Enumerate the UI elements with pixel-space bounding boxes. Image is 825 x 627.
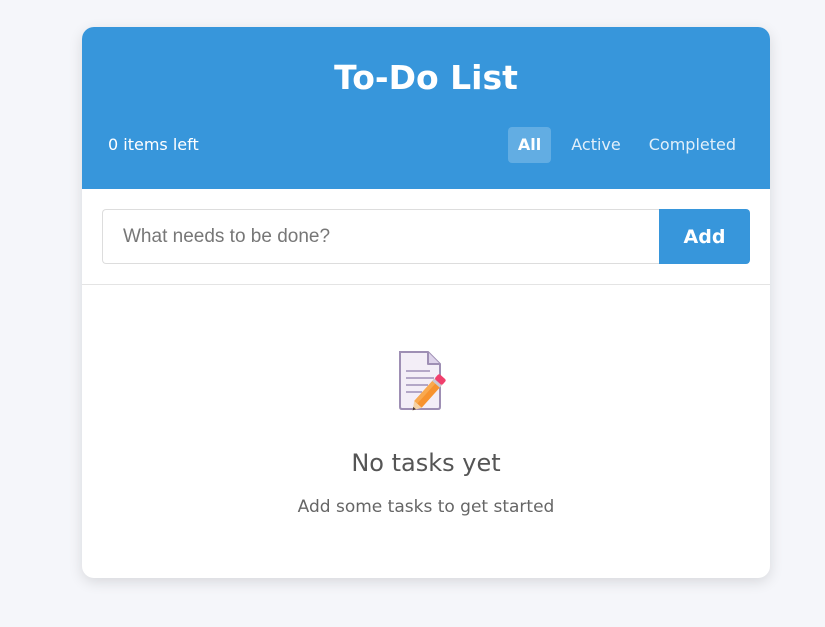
todo-header: To-Do List 0 items left All Active Compl… <box>82 27 770 189</box>
add-task-button[interactable]: Add <box>659 209 750 264</box>
empty-state-title: No tasks yet <box>351 449 501 477</box>
new-task-row: Add <box>102 209 750 264</box>
todo-card: To-Do List 0 items left All Active Compl… <box>82 27 770 578</box>
filter-completed[interactable]: Completed <box>641 127 744 163</box>
filter-all[interactable]: All <box>507 127 552 163</box>
items-left-count: 0 items left <box>108 135 199 154</box>
filter-tabs: All Active Completed <box>507 127 744 163</box>
filter-active[interactable]: Active <box>563 127 629 163</box>
divider <box>82 284 770 285</box>
empty-state-subtitle: Add some tasks to get started <box>297 497 555 517</box>
page-title: To-Do List <box>334 58 518 97</box>
empty-state: No tasks yet Add some tasks to get start… <box>82 349 770 517</box>
new-task-input[interactable] <box>102 209 659 264</box>
memo-pencil-icon <box>399 351 446 411</box>
